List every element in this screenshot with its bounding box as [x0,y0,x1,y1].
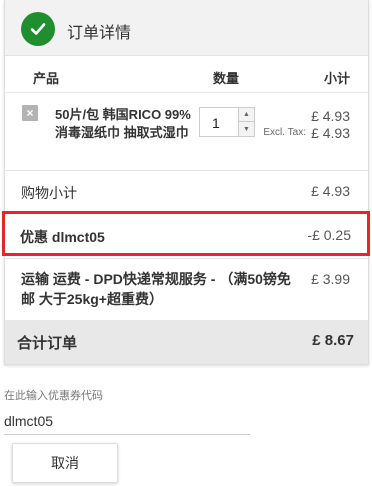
discount-value: -£ 0.25 [307,227,351,243]
product-name: 50片/包 韩国RICO 99%消毒湿纸巾 抽取式湿巾 [55,107,191,140]
divider [5,92,368,93]
column-header-product: 产品 [33,71,60,86]
grand-total-value: £ 8.67 [312,332,354,349]
subtotal-value: £ 4.93 [311,183,350,199]
quantity-spinner[interactable]: ▲ ▼ [238,108,254,136]
divider [5,170,368,171]
divider [5,258,368,259]
excl-tax-label: Excl. Tax: [263,127,306,138]
column-header-subtotal: 小计 [323,71,350,86]
page-title: 订单详情 [67,25,132,42]
decrement-arrow-icon[interactable]: ▼ [239,122,254,136]
coupon-hint: 在此输入优惠券代码 [4,390,103,402]
coupon-code-input[interactable] [4,407,250,435]
shipping-label: 运输 运费 - DPD快递常规服务 - （满50镑免邮 大于25kg+超重费） [21,271,291,307]
shipping-value: £ 3.99 [311,271,350,287]
subtotal-label: 购物小计 [21,185,77,201]
increment-arrow-icon[interactable]: ▲ [239,108,254,122]
check-icon [21,12,55,46]
grand-total-row: 合计订单 £ 8.67 [5,320,368,364]
grand-total-label: 合计订单 [17,335,78,352]
quantity-stepper[interactable]: 1 ▲ ▼ [199,107,255,137]
order-details-header: 订单详情 [5,0,368,56]
quantity-value[interactable]: 1 [212,115,220,131]
discount-label: 优惠 dlmct05 [20,229,105,245]
remove-item-button[interactable]: × [22,105,38,121]
cancel-button[interactable]: 取消 [12,443,118,483]
item-price: £ 4.93 [311,108,350,124]
order-details-card: 订单详情 产品 数量 小计 × 50片/包 韩国RICO 99%消毒湿纸巾 抽取… [4,0,369,365]
discount-row: 优惠 dlmct05 -£ 0.25 [2,211,370,256]
item-price-excl-tax: £ 4.93 [311,125,350,141]
column-header-quantity: 数量 [213,71,240,86]
